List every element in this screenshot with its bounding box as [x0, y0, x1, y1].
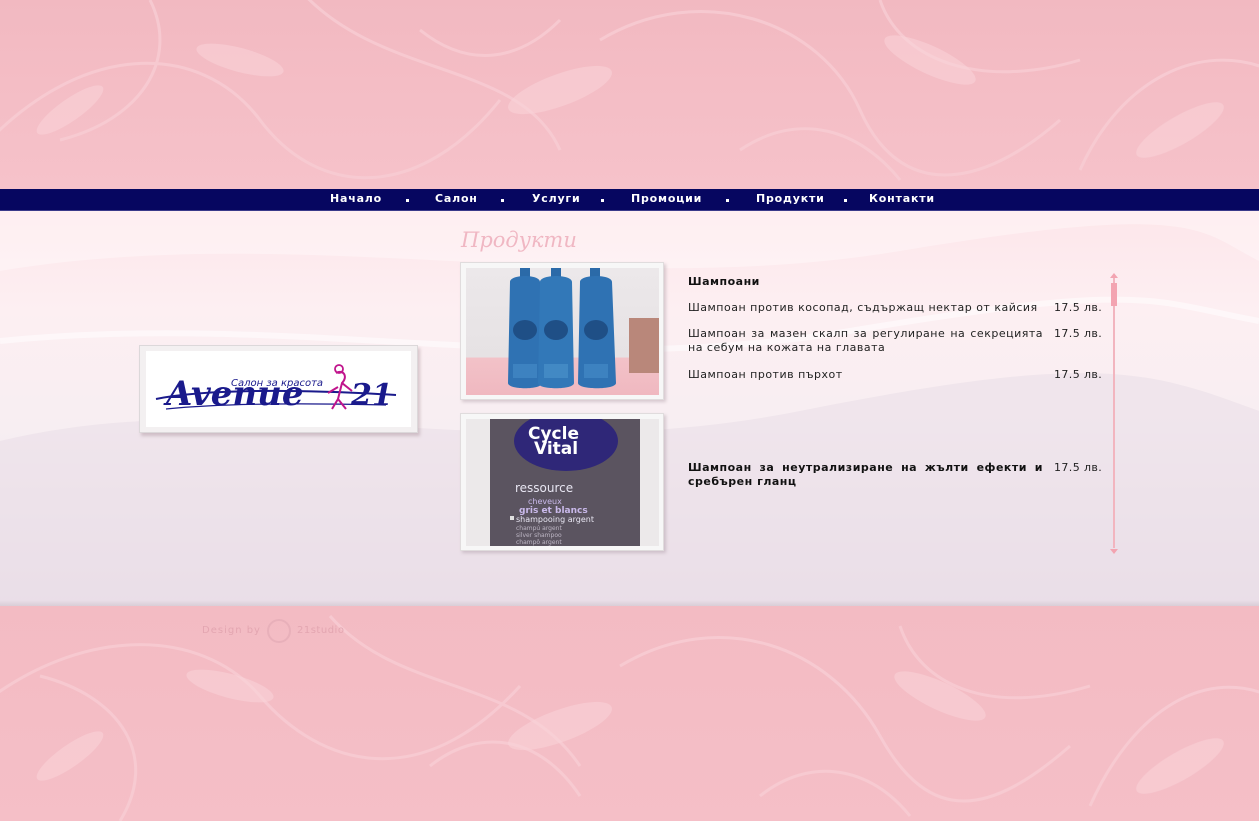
scroll-up-arrow-icon[interactable]: [1110, 273, 1118, 278]
avenue-21-logo: Avenue 21 Салон за красота: [155, 364, 397, 414]
scrollbar-thumb[interactable]: [1111, 283, 1117, 306]
header-background: [0, 0, 1259, 189]
svg-text:shampooing argent: shampooing argent: [516, 515, 594, 524]
nav-item-home[interactable]: Начало: [330, 192, 382, 205]
salon-logo[interactable]: Avenue 21 Салон за красота: [139, 345, 418, 433]
product-price: 17.5 лв.: [1054, 368, 1103, 381]
nav-separator: [844, 199, 847, 202]
scrollbar-track[interactable]: [1113, 278, 1115, 548]
nav-separator: [601, 199, 604, 202]
svg-text:21: 21: [350, 378, 393, 413]
nav-separator: [501, 199, 504, 202]
shampoo-bottles-image: [508, 268, 659, 389]
nav-item-contacts[interactable]: Контакти: [869, 192, 935, 205]
studio-logo-icon[interactable]: [267, 619, 291, 643]
nav-item-services[interactable]: Услуги: [532, 192, 580, 205]
nav-separator: [406, 199, 409, 202]
footer-studio-link[interactable]: 21studio: [297, 625, 344, 636]
svg-text:ressource: ressource: [515, 481, 573, 495]
page-title: Продукти: [461, 228, 577, 252]
nav-item-salon[interactable]: Салон: [435, 192, 478, 205]
footer-background: [0, 606, 1259, 821]
product-name: Шампоан против пърхот: [688, 368, 843, 381]
svg-text:cheveux: cheveux: [528, 497, 562, 506]
product-name: Шампоан за мазен скалп за регулиране на …: [688, 327, 1043, 354]
nav-item-promotions[interactable]: Промоции: [631, 192, 702, 205]
product-name: Шампоан за неутрализиране на жълти ефект…: [688, 461, 1043, 488]
product-category-title: Шампоани: [688, 275, 760, 288]
svg-text:champú argent: champú argent: [516, 525, 562, 532]
silver-shampoo-image: Cycle Vital ressource cheveux gris et bl…: [466, 419, 659, 546]
product-price: 17.5 лв.: [1054, 461, 1103, 474]
svg-text:Vital: Vital: [534, 439, 578, 459]
svg-text:Салон за красота: Салон за красота: [231, 378, 323, 389]
footer-design-by: Design by: [202, 625, 261, 636]
svg-text:champô argent: champô argent: [516, 539, 562, 546]
swirl-decoration: [0, 615, 1259, 821]
scroll-down-arrow-icon[interactable]: [1110, 549, 1118, 554]
nav-item-products[interactable]: Продукти: [756, 192, 825, 205]
product-price: 17.5 лв.: [1054, 301, 1103, 314]
nav-separator: [726, 199, 729, 202]
product-price: 17.5 лв.: [1054, 327, 1103, 340]
main-navigation: Начало Салон Услуги Промоции Продукти Ко…: [0, 189, 1259, 211]
swirl-decoration: [0, 0, 1259, 181]
product-photo[interactable]: [460, 262, 664, 400]
product-photo[interactable]: Cycle Vital ressource cheveux gris et bl…: [460, 413, 664, 551]
product-name: Шампоан против косопад, съдържащ нектар …: [688, 301, 1038, 314]
svg-text:silver shampoo: silver shampoo: [516, 532, 562, 539]
